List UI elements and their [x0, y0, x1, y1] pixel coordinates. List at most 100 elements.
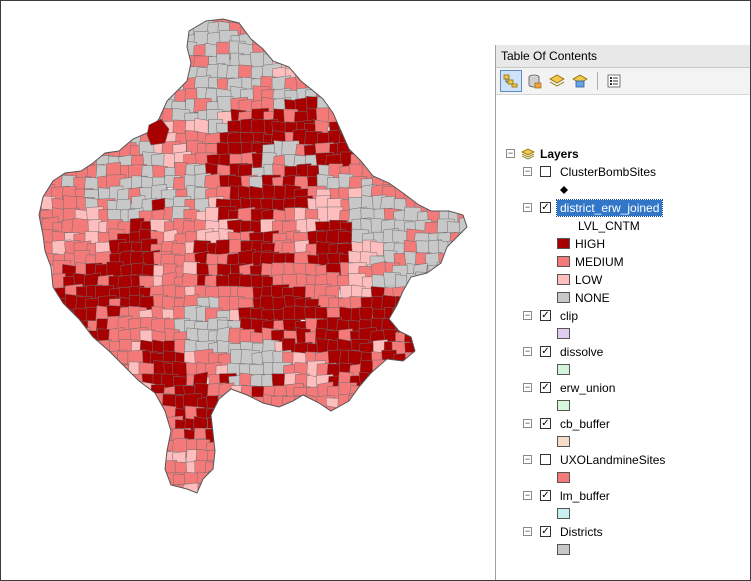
- district-polygon[interactable]: [43, 132, 63, 147]
- district-polygon[interactable]: [118, 462, 137, 482]
- district-polygon[interactable]: [437, 374, 456, 389]
- district-polygon[interactable]: [108, 87, 125, 108]
- district-polygon[interactable]: [461, 385, 478, 403]
- district-polygon[interactable]: [239, 460, 260, 477]
- district-polygon[interactable]: [437, 462, 456, 479]
- district-polygon[interactable]: [469, 210, 484, 229]
- district-polygon[interactable]: [96, 99, 112, 114]
- district-polygon[interactable]: [119, 12, 137, 28]
- district-polygon[interactable]: [325, 474, 343, 491]
- district-polygon[interactable]: [338, 470, 354, 490]
- district-polygon[interactable]: [239, 449, 256, 466]
- district-polygon[interactable]: [472, 44, 485, 58]
- district-polygon[interactable]: [217, 473, 233, 490]
- district-polygon[interactable]: [414, 77, 434, 97]
- district-polygon[interactable]: [85, 130, 103, 150]
- district-polygon[interactable]: [259, 19, 277, 40]
- district-polygon[interactable]: [97, 44, 114, 61]
- district-polygon[interactable]: [97, 74, 113, 95]
- district-polygon[interactable]: [51, 349, 69, 364]
- district-polygon[interactable]: [380, 55, 399, 73]
- district-polygon[interactable]: [456, 8, 474, 28]
- district-polygon[interactable]: [251, 23, 272, 37]
- district-polygon[interactable]: [339, 63, 356, 83]
- district-polygon[interactable]: [142, 42, 161, 57]
- district-polygon[interactable]: [51, 372, 67, 392]
- district-polygon[interactable]: [87, 484, 103, 502]
- district-polygon[interactable]: [417, 449, 434, 468]
- district-polygon[interactable]: [139, 86, 157, 105]
- district-polygon[interactable]: [149, 88, 166, 109]
- layer-name[interactable]: UXOLandmineSites: [560, 453, 665, 467]
- district-polygon[interactable]: [327, 66, 345, 83]
- district-polygon[interactable]: [227, 404, 247, 423]
- district-polygon[interactable]: [51, 44, 71, 61]
- district-polygon[interactable]: [458, 164, 473, 181]
- district-polygon[interactable]: [75, 352, 96, 368]
- district-polygon[interactable]: [447, 264, 466, 280]
- district-polygon[interactable]: [98, 450, 116, 469]
- district-polygon[interactable]: [326, 31, 345, 49]
- district-polygon[interactable]: [106, 450, 121, 466]
- district-polygon[interactable]: [424, 142, 444, 162]
- district-polygon[interactable]: [61, 144, 78, 164]
- district-polygon[interactable]: [29, 163, 47, 183]
- district-polygon[interactable]: [95, 107, 111, 124]
- district-polygon[interactable]: [140, 494, 159, 508]
- district-polygon[interactable]: [383, 474, 401, 491]
- district-polygon[interactable]: [86, 73, 105, 90]
- district-polygon[interactable]: [64, 407, 85, 423]
- district-polygon[interactable]: [382, 42, 402, 62]
- district-polygon[interactable]: [416, 307, 435, 323]
- district-polygon[interactable]: [348, 493, 365, 508]
- district-polygon[interactable]: [425, 43, 446, 63]
- options-button[interactable]: [603, 70, 625, 92]
- district-polygon[interactable]: [217, 393, 239, 410]
- district-polygon[interactable]: [461, 339, 479, 359]
- district-polygon[interactable]: [448, 276, 466, 294]
- district-polygon[interactable]: [392, 86, 409, 105]
- district-polygon[interactable]: [116, 85, 135, 101]
- district-polygon[interactable]: [393, 68, 410, 82]
- district-polygon[interactable]: [381, 418, 402, 438]
- district-polygon[interactable]: [438, 418, 460, 438]
- district-polygon[interactable]: [384, 495, 398, 510]
- district-polygon[interactable]: [153, 44, 170, 63]
- district-polygon[interactable]: [52, 393, 72, 409]
- district-polygon[interactable]: [61, 437, 83, 453]
- collapse-icon[interactable]: −: [523, 419, 532, 428]
- district-polygon[interactable]: [426, 385, 443, 404]
- district-polygon[interactable]: [438, 480, 454, 497]
- district-polygon[interactable]: [316, 75, 337, 95]
- district-polygon[interactable]: [471, 273, 486, 289]
- district-polygon[interactable]: [307, 20, 323, 38]
- district-polygon[interactable]: [405, 110, 422, 130]
- district-polygon[interactable]: [327, 417, 348, 435]
- district-polygon[interactable]: [424, 284, 445, 298]
- district-polygon[interactable]: [129, 79, 147, 96]
- district-polygon[interactable]: [65, 10, 84, 25]
- district-polygon[interactable]: [447, 285, 463, 306]
- district-polygon[interactable]: [469, 165, 487, 182]
- district-polygon[interactable]: [373, 494, 387, 514]
- district-polygon[interactable]: [457, 185, 474, 201]
- district-polygon[interactable]: [449, 462, 467, 480]
- district-polygon[interactable]: [119, 374, 133, 390]
- district-polygon[interactable]: [249, 12, 269, 27]
- district-polygon[interactable]: [449, 175, 467, 191]
- district-polygon[interactable]: [94, 384, 111, 402]
- district-polygon[interactable]: [392, 307, 410, 321]
- district-polygon[interactable]: [394, 385, 414, 403]
- district-polygon[interactable]: [339, 32, 355, 53]
- district-polygon[interactable]: [76, 12, 92, 27]
- district-polygon[interactable]: [85, 65, 104, 83]
- district-polygon[interactable]: [370, 76, 386, 93]
- district-polygon[interactable]: [339, 52, 359, 70]
- district-polygon[interactable]: [469, 55, 486, 71]
- district-polygon[interactable]: [458, 283, 475, 305]
- district-polygon[interactable]: [472, 417, 492, 435]
- district-polygon[interactable]: [413, 417, 433, 434]
- district-polygon[interactable]: [362, 470, 377, 491]
- district-polygon[interactable]: [458, 231, 473, 249]
- district-polygon[interactable]: [381, 63, 400, 84]
